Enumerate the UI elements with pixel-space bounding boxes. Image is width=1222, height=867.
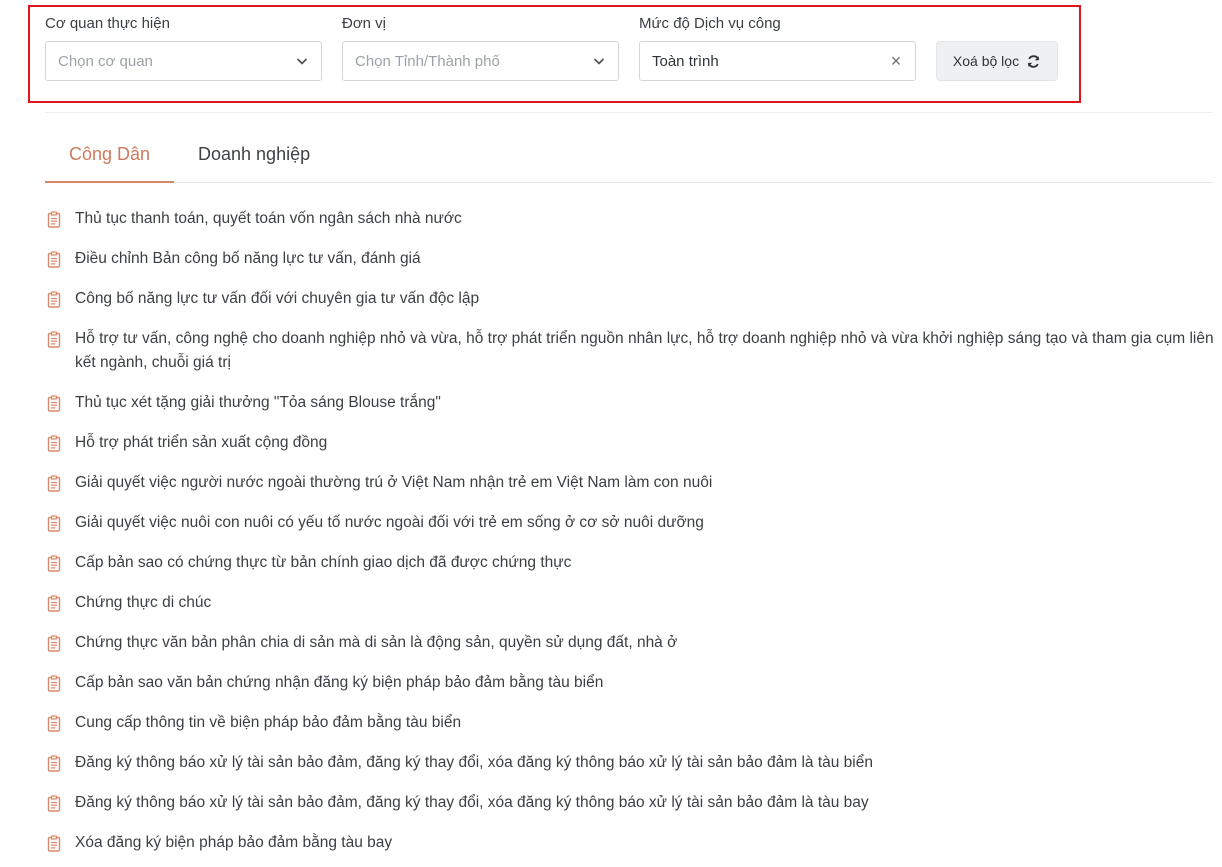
procedure-item[interactable]: Chứng thực di chúc (45, 591, 1217, 615)
procedure-item[interactable]: Chứng thực văn bản phân chia di sản mà d… (45, 631, 1217, 655)
procedure-list: Thủ tục thanh toán, quyết toán vốn ngân … (45, 207, 1217, 867)
agency-select[interactable]: Chọn cơ quan (45, 41, 322, 81)
unit-filter-label: Đơn vị (342, 15, 387, 32)
document-icon (45, 715, 63, 733)
document-icon (45, 555, 63, 573)
procedure-title[interactable]: Giải quyết việc người nước ngoài thường … (75, 471, 712, 495)
procedure-title[interactable]: Thủ tục xét tặng giải thưởng "Tỏa sáng B… (75, 391, 441, 415)
procedure-title[interactable]: Hỗ trợ tư vấn, công nghệ cho doanh nghiệ… (75, 327, 1217, 375)
document-icon (45, 475, 63, 493)
unit-select-placeholder: Chọn Tỉnh/Thành phố (355, 52, 500, 70)
agency-select-placeholder: Chọn cơ quan (58, 52, 153, 70)
document-icon (45, 675, 63, 693)
active-tab-indicator (45, 181, 174, 183)
reset-filters-label: Xoá bộ lọc (952, 53, 1020, 69)
document-icon (45, 635, 63, 653)
document-icon (45, 251, 63, 269)
service-level-select[interactable]: Toàn trình × (639, 41, 916, 81)
procedure-title[interactable]: Cấp bản sao văn bản chứng nhận đăng ký b… (75, 671, 603, 695)
procedure-title[interactable]: Đăng ký thông báo xử lý tài sản bảo đảm,… (75, 751, 873, 775)
document-icon (45, 395, 63, 413)
procedure-title[interactable]: Đăng ký thông báo xử lý tài sản bảo đảm,… (75, 791, 869, 815)
audience-tabs: Công Dân Doanh nghiệp (45, 130, 1213, 183)
procedure-title[interactable]: Thủ tục thanh toán, quyết toán vốn ngân … (75, 207, 462, 231)
procedure-item[interactable]: Cấp bản sao văn bản chứng nhận đăng ký b… (45, 671, 1217, 695)
filter-panel: Cơ quan thực hiện Chọn cơ quan Đơn vị Ch… (28, 5, 1081, 103)
procedure-item[interactable]: Giải quyết việc người nước ngoài thường … (45, 471, 1217, 495)
procedure-title[interactable]: Điều chỉnh Bản công bố năng lực tư vấn, … (75, 247, 421, 271)
document-icon (45, 515, 63, 533)
service-level-value: Toàn trình (652, 52, 719, 70)
procedure-item[interactable]: Xóa đăng ký biện pháp bảo đảm bằng tàu b… (45, 831, 1217, 855)
procedure-item[interactable]: Công bố năng lực tư vấn đối với chuyên g… (45, 287, 1217, 311)
procedure-item[interactable]: Đăng ký thông báo xử lý tài sản bảo đảm,… (45, 751, 1217, 775)
tab-cong-dan[interactable]: Công Dân (69, 144, 150, 165)
procedure-title[interactable]: Cấp bản sao có chứng thực từ bản chính g… (75, 551, 571, 575)
procedure-title[interactable]: Hỗ trợ phát triển sản xuất cộng đồng (75, 431, 327, 455)
procedure-item[interactable]: Cung cấp thông tin về biện pháp bảo đảm … (45, 711, 1217, 735)
document-icon (45, 795, 63, 813)
refresh-icon (1027, 54, 1040, 68)
procedure-item[interactable]: Thủ tục thanh toán, quyết toán vốn ngân … (45, 207, 1217, 231)
tab-doanh-nghiep[interactable]: Doanh nghiệp (198, 144, 310, 165)
document-icon (45, 435, 63, 453)
document-icon (45, 331, 63, 349)
procedure-item[interactable]: Thủ tục xét tặng giải thưởng "Tỏa sáng B… (45, 391, 1217, 415)
service-level-filter-label: Mức độ Dịch vụ công (639, 15, 781, 32)
procedure-title[interactable]: Xóa đăng ký biện pháp bảo đảm bằng tàu b… (75, 831, 392, 855)
procedure-title[interactable]: Công bố năng lực tư vấn đối với chuyên g… (75, 287, 479, 311)
procedure-item[interactable]: Điều chỉnh Bản công bố năng lực tư vấn, … (45, 247, 1217, 271)
agency-filter-label: Cơ quan thực hiện (45, 15, 170, 32)
chevron-down-icon (593, 58, 605, 65)
chevron-down-icon (296, 58, 308, 65)
unit-select[interactable]: Chọn Tỉnh/Thành phố (342, 41, 619, 81)
section-divider (45, 112, 1213, 113)
page: Cơ quan thực hiện Chọn cơ quan Đơn vị Ch… (0, 0, 1222, 867)
procedure-title[interactable]: Cung cấp thông tin về biện pháp bảo đảm … (75, 711, 461, 735)
procedure-title[interactable]: Chứng thực di chúc (75, 591, 211, 615)
document-icon (45, 595, 63, 613)
procedure-item[interactable]: Hỗ trợ phát triển sản xuất cộng đồng (45, 431, 1217, 455)
document-icon (45, 291, 63, 309)
procedure-title[interactable]: Giải quyết việc nuôi con nuôi có yếu tố … (75, 511, 704, 535)
document-icon (45, 211, 63, 229)
close-icon[interactable]: × (889, 52, 903, 70)
procedure-item[interactable]: Giải quyết việc nuôi con nuôi có yếu tố … (45, 511, 1217, 535)
reset-filters-button[interactable]: Xoá bộ lọc (936, 41, 1058, 81)
document-icon (45, 755, 63, 773)
procedure-title[interactable]: Chứng thực văn bản phân chia di sản mà d… (75, 631, 677, 655)
procedure-item[interactable]: Đăng ký thông báo xử lý tài sản bảo đảm,… (45, 791, 1217, 815)
procedure-item[interactable]: Hỗ trợ tư vấn, công nghệ cho doanh nghiệ… (45, 327, 1217, 375)
procedure-item[interactable]: Cấp bản sao có chứng thực từ bản chính g… (45, 551, 1217, 575)
document-icon (45, 835, 63, 853)
